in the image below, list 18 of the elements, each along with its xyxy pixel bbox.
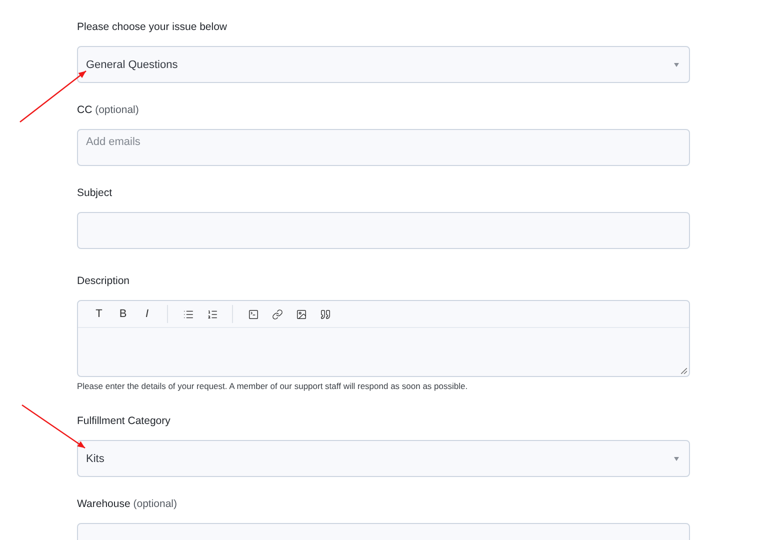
field-label: Description	[77, 274, 130, 288]
text-field[interactable]: Add emails	[77, 129, 690, 166]
format-button[interactable]: B	[111, 304, 135, 324]
field-label: Warehouse (optional)	[77, 497, 178, 511]
field-label: CC (optional)	[77, 103, 139, 117]
resize-handle-icon[interactable]	[681, 368, 687, 374]
caret-icon	[674, 456, 679, 460]
dropdown[interactable]: Kits	[77, 440, 690, 477]
field-label: Subject	[77, 186, 112, 200]
field-label: Please choose your issue below	[77, 20, 228, 34]
help-text: Please enter the details of your request. A member of our support staff will respond as soon as possible.	[77, 380, 468, 392]
dropdown[interactable]: General Questions	[77, 46, 690, 83]
caret-icon	[674, 62, 679, 66]
text-editor[interactable]: T B I	[77, 300, 690, 377]
format-button[interactable]: I	[135, 304, 159, 324]
field-label: Fulfillment Category	[77, 414, 170, 428]
format-button[interactable]: T	[87, 304, 111, 324]
text-field[interactable]	[77, 212, 690, 249]
